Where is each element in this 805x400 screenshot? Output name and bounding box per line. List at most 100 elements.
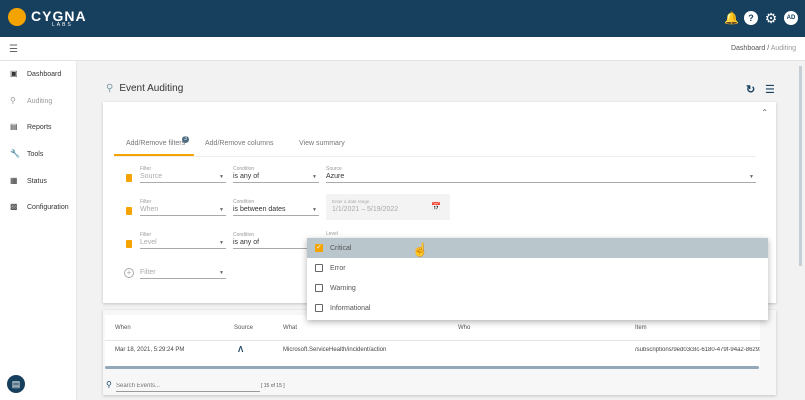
tab-label: Add/Remove columns <box>205 140 274 147</box>
calendar-icon[interactable]: 📅 <box>431 202 441 211</box>
menu-icon[interactable]: ☰ <box>765 83 775 96</box>
level-option-informational[interactable]: Informational <box>307 298 768 318</box>
page-scrollbar[interactable] <box>799 66 802 266</box>
breadcrumb-separator: / <box>767 45 770 52</box>
sidebar-item-configuration[interactable]: ▩ Configuration <box>10 203 69 211</box>
tab-divider <box>114 156 756 157</box>
field-value: is any of <box>233 173 260 180</box>
breadcrumb: Dashboard / Auditing <box>731 45 796 52</box>
sidebar: ▣ Dashboard ⚲ Auditing ▤ Reports 🔧 Tools ▦ St… <box>0 61 77 400</box>
tab-add-remove-filters[interactable]: Add/Remove filters <box>126 140 185 147</box>
sidebar-item-label: Auditing <box>27 97 53 105</box>
source-value-select[interactable]: Source Azure ▼ <box>326 166 756 183</box>
bell-icon[interactable]: 🔔 <box>724 11 739 25</box>
field-value: When <box>140 206 159 213</box>
tab-add-remove-columns[interactable]: Add/Remove columns <box>205 140 273 147</box>
brand-sub: LABS <box>52 22 73 28</box>
cygna-logo-icon <box>8 8 26 26</box>
add-filter-select[interactable]: Filter ▼ <box>140 268 226 279</box>
tab-label: View summary <box>299 140 345 147</box>
delete-filter-icon[interactable] <box>126 207 132 215</box>
cell-when: Mar 18, 2021, 5:29:24 PM <box>115 347 185 353</box>
search-events-input[interactable] <box>116 380 260 392</box>
add-filter-icon[interactable]: + <box>124 268 134 278</box>
field-value: Level <box>140 239 157 246</box>
level-dropdown-panel: ✓ Critical Error Warning Informational <box>307 238 768 320</box>
table-row[interactable]: Mar 18, 2021, 5:29:24 PM Λ Microsoft.Ser… <box>103 340 760 358</box>
column-header-what[interactable]: What <box>283 325 297 331</box>
tab-view-summary[interactable]: View summary <box>299 140 345 147</box>
filter-select-source[interactable]: Filter Source ▼ <box>140 166 226 183</box>
column-header-source[interactable]: Source <box>234 325 253 331</box>
sidebar-item-dashboard[interactable]: ▣ Dashboard <box>10 70 61 78</box>
hamburger-menu-icon[interactable]: ☰ <box>9 44 18 55</box>
search-icon: ⚲ <box>106 83 114 94</box>
level-label: Level <box>326 231 338 237</box>
report-icon: ▤ <box>10 122 18 131</box>
cell-what: Microsoft.ServiceHealth/incident/action <box>283 347 387 353</box>
level-option-error[interactable]: Error <box>307 258 768 278</box>
event-count: [ 15 of 15 ] <box>261 383 285 389</box>
condition-select[interactable]: Condition is between dates ▼ <box>233 199 319 216</box>
field-label: Enter a date range <box>332 199 370 204</box>
column-header-who[interactable]: Who <box>458 325 470 331</box>
sidebar-item-label: Status <box>27 177 47 185</box>
azure-icon: Λ <box>238 345 244 354</box>
checkbox-checked-icon[interactable]: ✓ <box>315 244 323 252</box>
dropdown-caret-icon: ▼ <box>219 207 224 213</box>
sidebar-item-reports[interactable]: ▤ Reports <box>10 123 52 131</box>
option-label: Error <box>330 264 346 272</box>
breadcrumb-current: Auditing <box>770 45 796 52</box>
sidebar-item-auditing[interactable]: ⚲ Auditing <box>10 97 52 105</box>
field-value: 1/1/2021 – 5/19/2022 <box>332 206 399 213</box>
sidebar-item-label: Tools <box>27 150 44 158</box>
sidebar-item-label: Dashboard <box>27 70 62 78</box>
hand-cursor-icon: ☝ <box>412 242 429 257</box>
sidebar-item-label: Reports <box>27 123 52 131</box>
delete-filter-icon[interactable] <box>126 174 132 182</box>
avatar[interactable]: AD <box>784 11 798 25</box>
tab-label: Add/Remove filters <box>126 140 186 147</box>
checkbox-icon[interactable] <box>315 264 323 272</box>
wrench-icon: 🔧 <box>10 149 20 158</box>
cell-item: /subscriptions/9ed03c8c-6180-479f-94a2-8… <box>635 347 760 353</box>
page-title: ⚲ Event Auditing <box>106 83 183 94</box>
search-icon: ⚲ <box>106 380 112 389</box>
field-value: is between dates <box>233 206 286 213</box>
collapse-chevron-icon[interactable]: ⌃ <box>761 108 768 117</box>
field-value: Source <box>140 173 163 180</box>
field-value: is any of <box>233 239 260 246</box>
dropdown-caret-icon: ▼ <box>219 270 224 276</box>
option-label: Warning <box>330 284 356 292</box>
search-icon: ⚲ <box>10 96 16 105</box>
dropdown-caret-icon: ▼ <box>219 240 224 246</box>
sub-header: ☰ <box>0 37 805 61</box>
refresh-icon[interactable]: ↻ <box>746 83 755 96</box>
date-range-input[interactable]: Enter a date range 1/1/2021 – 5/19/2022 📅 <box>326 194 450 220</box>
chat-icon[interactable]: ▤ <box>7 375 25 393</box>
filter-select-level[interactable]: Filter Level ▼ <box>140 232 226 249</box>
gear-icon[interactable]: ⚙ <box>764 11 778 25</box>
checkbox-icon[interactable] <box>315 284 323 292</box>
monitor-icon: ▣ <box>10 69 18 78</box>
field-value: Filter <box>140 269 156 276</box>
sidebar-item-status[interactable]: ▦ Status <box>10 177 47 185</box>
condition-select[interactable]: Condition is any of ▼ <box>233 166 319 183</box>
level-option-critical[interactable]: ✓ Critical <box>307 238 768 258</box>
filter-count-badge: 3 <box>182 136 189 143</box>
sidebar-item-label: Configuration <box>27 203 69 211</box>
column-header-when[interactable]: When <box>115 325 131 331</box>
page-title-text: Event Auditing <box>119 83 184 94</box>
level-option-warning[interactable]: Warning <box>307 278 768 298</box>
dropdown-caret-icon: ▼ <box>219 174 224 180</box>
delete-filter-icon[interactable] <box>126 240 132 248</box>
checkbox-icon[interactable] <box>315 304 323 312</box>
column-header-item[interactable]: Item <box>635 325 647 331</box>
dropdown-caret-icon: ▼ <box>312 174 317 180</box>
filter-select-when[interactable]: Filter When ▼ <box>140 199 226 216</box>
sidebar-item-tools[interactable]: 🔧 Tools <box>10 150 43 158</box>
horizontal-scrollbar[interactable] <box>105 366 759 369</box>
option-label: Critical <box>330 244 352 252</box>
help-icon[interactable]: ? <box>744 11 758 25</box>
breadcrumb-dashboard[interactable]: Dashboard <box>731 45 765 52</box>
